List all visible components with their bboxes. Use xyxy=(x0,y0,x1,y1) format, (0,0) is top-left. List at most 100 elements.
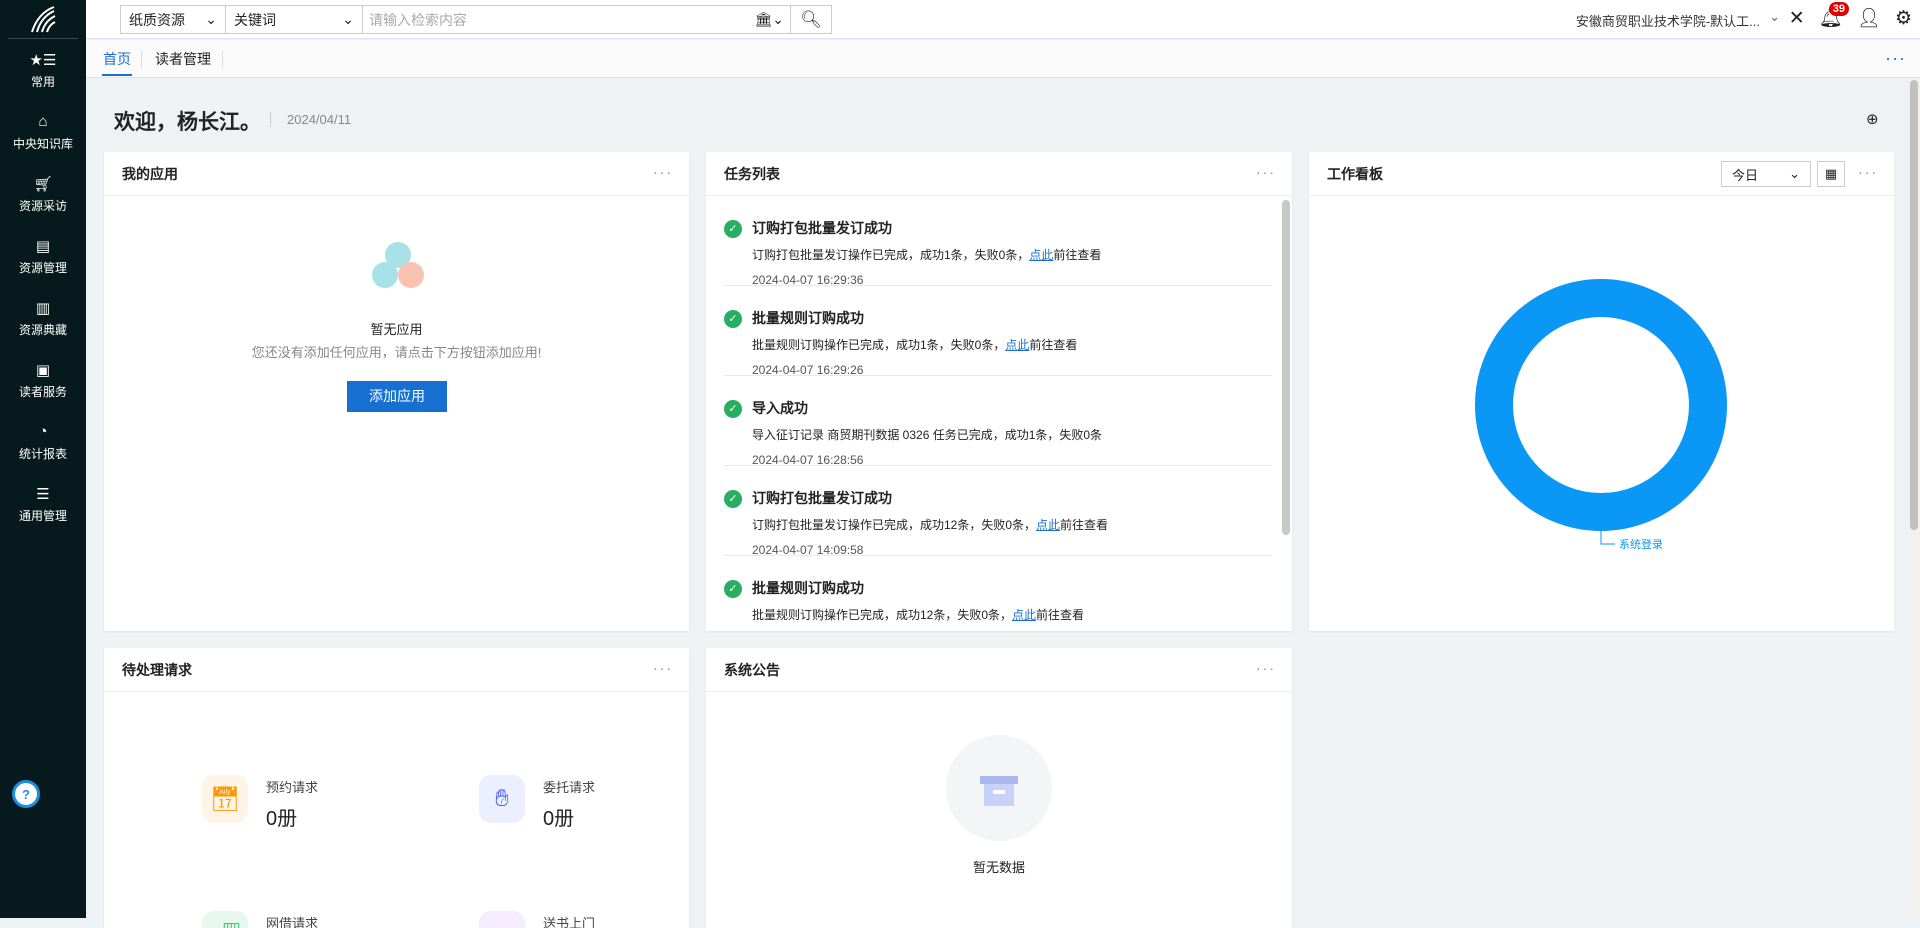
task-link[interactable]: 点此 xyxy=(1012,608,1036,622)
sidebar-item[interactable]: ▤ 资源管理 xyxy=(0,225,86,287)
chevron-down-icon[interactable]: ⌄ xyxy=(1769,9,1780,25)
check-circle-icon: ✓ xyxy=(724,310,742,328)
gear-icon[interactable]: ⚙ xyxy=(1895,7,1912,30)
task-link[interactable]: 点此 xyxy=(1029,248,1053,262)
task-link-suffix: 前往查看 xyxy=(1029,338,1078,352)
page-scrollbar[interactable] xyxy=(1908,78,1920,918)
tab-reader-management[interactable]: 读者管理 xyxy=(154,40,212,78)
task-list-card: 任务列表 ··· ✓ 订购打包批量发订成功 订购打包批量发订操作已完成，成功1条，失… xyxy=(706,152,1292,631)
star-list-icon: ★☰ xyxy=(29,51,57,69)
task-link[interactable]: 点此 xyxy=(1005,338,1029,352)
pie-icon: ◔ xyxy=(38,422,48,440)
task-title: 订购打包批量发订成功 xyxy=(752,490,892,506)
org-selector[interactable]: 安徽商贸职业技术学院-默认工... xyxy=(1576,11,1760,30)
shelf-icon: ▥ xyxy=(35,299,51,317)
house-icon: ⌂ xyxy=(479,911,525,928)
chevron-down-icon: ⌄ xyxy=(342,11,354,27)
sidebar-item[interactable]: ◔ 统计报表 xyxy=(0,411,86,473)
archive-icon: ▣ xyxy=(35,361,51,379)
more-icon[interactable]: ··· xyxy=(1256,660,1276,676)
task-link-suffix: 前往查看 xyxy=(1060,518,1109,532)
task-item: ✓ 订购打包批量发订成功 订购打包批量发订操作已完成，成功1条，失败0条，点此前往查… xyxy=(724,196,1272,287)
request-label: 委托请求 xyxy=(543,780,596,795)
tools-icon[interactable]: ✕ xyxy=(1789,7,1805,30)
task-time: 2024-04-07 16:29:26 xyxy=(752,363,864,377)
task-title: 批量规则订购成功 xyxy=(752,310,864,326)
task-link[interactable]: 点此 xyxy=(1036,518,1060,532)
task-item: ✓ 订购打包批量发订成功 订购打包批量发订操作已完成，成功12条，失败0条，点此前往… xyxy=(724,466,1272,557)
sidebar-item-label: 资源典藏 xyxy=(18,322,67,337)
tab-bar: 首页 读者管理 ··· xyxy=(86,40,1920,78)
calendar-clock-icon: 📅︎ xyxy=(202,775,248,823)
sliders-icon: ☰ xyxy=(36,485,50,503)
task-link-suffix: 前往查看 xyxy=(1036,608,1085,622)
pending-requests-card: 待处理请求 ··· 📅︎ 预约请求 0册 ✋︎ 委托请求 0册 🚚︎ 网借请求 0册 ⌂ 送书上门 0… xyxy=(104,648,689,928)
tab-more-button[interactable]: ··· xyxy=(1885,48,1906,69)
task-time: 2024-04-07 16:29:36 xyxy=(752,273,864,287)
sidebar-item-label: 资源管理 xyxy=(18,260,67,275)
sidebar-item-label: 通用管理 xyxy=(18,508,67,523)
tab-home[interactable]: 首页 xyxy=(102,40,132,76)
sidebar-item[interactable]: ⌂ 中央知识库 xyxy=(0,101,86,163)
donut-segment-system-login xyxy=(1475,279,1727,531)
task-desc: 批量规则订购操作已完成，成功12条，失败0条， xyxy=(752,608,1013,622)
resource-icon: ▤ xyxy=(35,237,51,255)
more-icon[interactable]: ··· xyxy=(653,164,673,180)
library-select[interactable]: 🏛 ⌄ xyxy=(748,6,791,33)
sidebar-item[interactable]: 🛒︎ 资源采访 xyxy=(0,163,86,225)
request-item[interactable]: 🚚︎网借请求0册 xyxy=(202,911,318,928)
sidebar-item-label: 读者服务 xyxy=(18,384,67,399)
empty-desc: 您还没有添加任何应用，请点击下方按钮添加应用! xyxy=(251,345,542,360)
task-time: 2024-04-07 14:09:58 xyxy=(752,543,864,557)
help-icon[interactable]: ? xyxy=(12,780,40,808)
search-icon: 🔍︎ xyxy=(800,9,822,29)
knowledge-icon: ⌂ xyxy=(38,112,48,130)
top-bar: 纸质资源 ⌄ 关键词 ⌄ 🏛⌄ 🔍︎ 安徽商贸职业技术学院-默认工... ⌄ ✕ 🔔… xyxy=(86,0,1920,39)
more-icon[interactable]: ··· xyxy=(653,660,673,676)
task-desc: 导入征订记录 商贸期刊数据 0326 任务已完成，成功1条，失败0条 xyxy=(752,428,1103,442)
welcome-title: 欢迎，杨长江。 xyxy=(114,111,261,134)
apps-empty-icon xyxy=(372,242,424,288)
request-item[interactable]: 📅︎ 预约请求 0册 xyxy=(202,775,318,831)
task-title: 导入成功 xyxy=(752,400,808,416)
task-title: 订购打包批量发订成功 xyxy=(752,220,892,236)
field-select[interactable]: 关键词 ⌄ xyxy=(226,6,363,33)
request-label: 网借请求 xyxy=(266,916,319,928)
task-title: 批量规则订购成功 xyxy=(752,580,864,596)
sidebar-item[interactable]: ▣ 读者服务 xyxy=(0,349,86,411)
request-item[interactable]: ⌂送书上门0册 xyxy=(479,911,595,928)
resource-type-value: 纸质资源 xyxy=(129,11,185,28)
search-input[interactable] xyxy=(363,6,749,33)
work-board-card: 工作看板 今日 ⌄ ▦ ··· 系统登录 xyxy=(1309,152,1894,631)
user-icon[interactable]: 👤︎ xyxy=(1857,6,1881,30)
more-icon[interactable]: ··· xyxy=(1256,164,1276,180)
task-item: ✓ 批量规则订购成功 批量规则订购操作已完成，成功12条，失败0条，点此前往查看 xyxy=(724,556,1272,631)
chevron-down-icon: ⌄ xyxy=(205,11,217,27)
add-widget-icon[interactable]: ⊕ xyxy=(1866,110,1879,128)
task-scrollbar[interactable] xyxy=(1282,200,1290,535)
sidebar-item[interactable]: ▥ 资源典藏 xyxy=(0,287,86,349)
library-icon: 🏛 xyxy=(754,11,773,27)
sidebar-item[interactable]: ☰ 通用管理 xyxy=(0,473,86,535)
search-bar: 纸质资源 ⌄ 关键词 ⌄ 🏛⌄ 🔍︎ xyxy=(120,5,832,34)
legend-leader-line xyxy=(1600,529,1615,545)
sidebar-item-label: 常用 xyxy=(30,74,55,89)
task-link-suffix: 前往查看 xyxy=(1053,248,1102,262)
card-title: 系统公告 xyxy=(706,648,1292,692)
request-count: 0册 xyxy=(543,808,575,830)
hand-document-icon: ✋︎ xyxy=(479,775,525,823)
my-apps-card: 我的应用 ··· 暂无应用 您还没有添加任何应用，请点击下方按钮添加应用! 添加… xyxy=(104,152,689,631)
request-count: 0册 xyxy=(266,808,298,830)
sidebar-item[interactable]: ★☰ 常用 xyxy=(0,39,86,101)
logo[interactable] xyxy=(8,0,78,39)
add-app-button[interactable]: 添加应用 xyxy=(347,381,447,412)
card-title: 任务列表 xyxy=(706,152,1292,196)
resource-type-select[interactable]: 纸质资源 ⌄ xyxy=(121,6,226,33)
search-button[interactable]: 🔍︎ xyxy=(791,6,831,33)
request-item[interactable]: ✋︎ 委托请求 0册 xyxy=(479,775,595,831)
donut-chart xyxy=(1475,279,1727,545)
task-desc: 订购打包批量发订操作已完成，成功1条，失败0条， xyxy=(752,248,1030,262)
check-circle-icon: ✓ xyxy=(724,400,742,418)
bell-icon[interactable]: 🔔︎ 39 xyxy=(1819,2,1849,30)
task-time: 2024-04-07 16:28:56 xyxy=(752,453,864,467)
